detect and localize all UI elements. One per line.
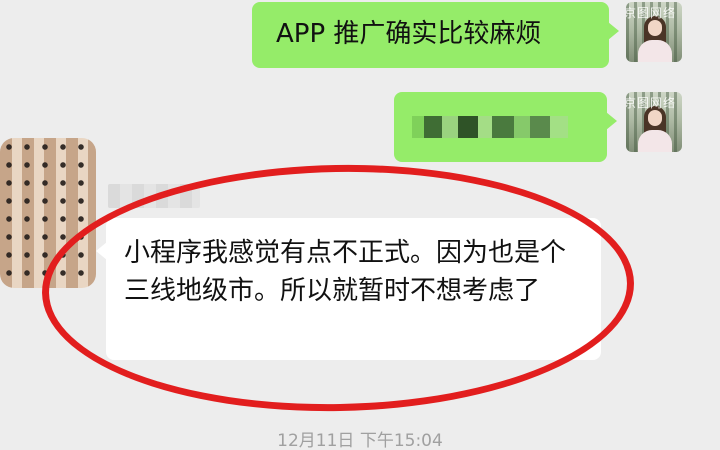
avatar-watermark: 京图网络 xyxy=(626,6,677,20)
contact-avatar-blurred[interactable] xyxy=(0,138,96,288)
message-text: APP 推广确实比较麻烦 xyxy=(276,19,542,49)
avatar-body xyxy=(638,40,672,62)
my-message-bubble[interactable]: APP 推广确实比较麻烦 xyxy=(252,2,619,68)
pixelated-text xyxy=(412,116,568,138)
contact-name-blurred xyxy=(108,184,200,208)
my-message-bubble-pixelated[interactable] xyxy=(394,92,617,162)
avatar-face xyxy=(648,110,662,126)
message-text: 小程序我感觉有点不正式。因为也是个三线地级市。所以就暂时不想考虑了 xyxy=(124,238,567,306)
mosaic-pattern xyxy=(0,138,96,288)
my-avatar[interactable]: 京图网络 xyxy=(626,2,682,62)
avatar-body xyxy=(638,130,672,152)
avatar-face xyxy=(648,20,662,36)
message-timestamp: 12月11日 下午15:04 xyxy=(277,431,443,450)
avatar-watermark: 京图网络 xyxy=(626,96,677,110)
chat-view: APP 推广确实比较麻烦 京图网络 京图网络 小程序我感觉有点不正式。因为也是个… xyxy=(0,0,720,450)
my-avatar[interactable]: 京图网络 xyxy=(626,92,682,152)
contact-message-bubble[interactable]: 小程序我感觉有点不正式。因为也是个三线地级市。所以就暂时不想考虑了 xyxy=(96,218,601,360)
